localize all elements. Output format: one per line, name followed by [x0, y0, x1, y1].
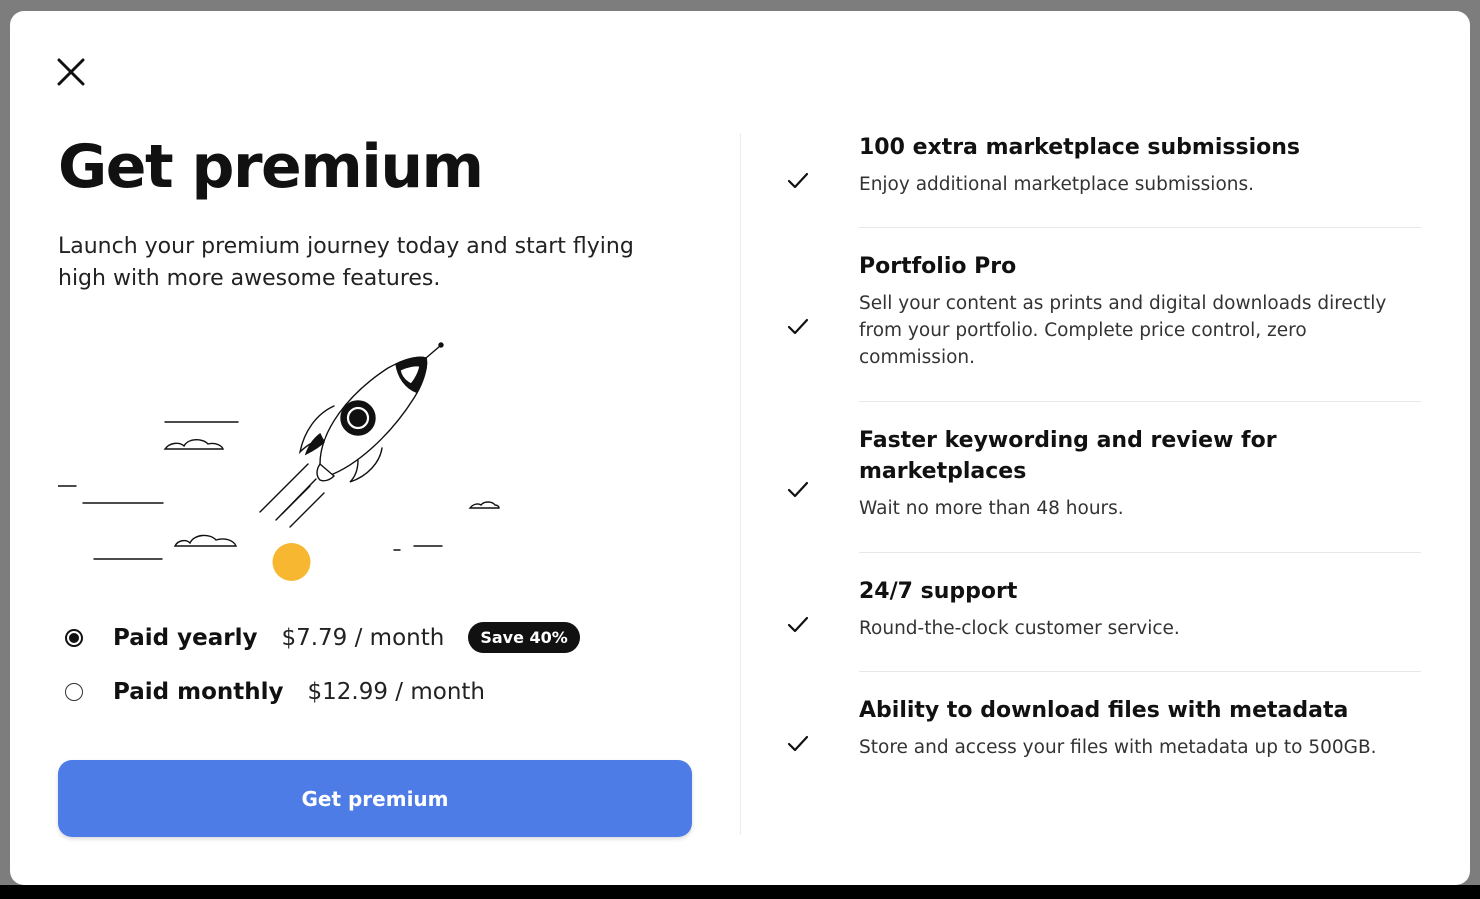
- feature-description: Wait no more than 48 hours.: [859, 498, 1124, 519]
- close-icon: [57, 58, 85, 86]
- dialog-title: Get premium: [58, 132, 484, 202]
- feature-title: Faster keywording and review for marketp…: [859, 428, 1277, 484]
- rocket-illustration: [58, 342, 500, 581]
- feature-item: 100 extra marketplace submissions Enjoy …: [787, 132, 1421, 198]
- dialog-subtitle: Launch your premium journey today and st…: [58, 234, 634, 291]
- check-icon: [787, 172, 809, 189]
- feature-separator: [859, 401, 1421, 402]
- feature-item: Ability to download files with metadata …: [787, 695, 1421, 761]
- feature-description: Round-the-clock customer service.: [859, 618, 1180, 639]
- check-icon: [787, 481, 809, 498]
- feature-title: Portfolio Pro: [859, 254, 1017, 279]
- plan-price-yearly: $7.79 / month: [281, 624, 445, 651]
- feature-separator: [859, 671, 1421, 672]
- plan-label-yearly: Paid yearly: [113, 624, 258, 651]
- check-icon: [787, 318, 809, 335]
- sun-icon: [272, 543, 311, 581]
- feature-separator: [859, 552, 1421, 553]
- get-premium-button[interactable]: Get premium: [58, 760, 692, 837]
- feature-title: 24/7 support: [859, 579, 1018, 604]
- feature-description: Enjoy additional marketplace submissions…: [859, 174, 1255, 195]
- check-icon: [787, 735, 809, 752]
- save-badge: Save 40%: [468, 622, 580, 653]
- feature-item: 24/7 support Round-the-clock customer se…: [787, 576, 1421, 642]
- radio-yearly[interactable]: [65, 628, 83, 647]
- plan-label-monthly: Paid monthly: [113, 679, 284, 705]
- check-icon: [787, 616, 809, 633]
- feature-title: Ability to download files with metadata: [859, 698, 1349, 723]
- feature-title: 100 extra marketplace submissions: [859, 135, 1300, 160]
- feature-separator: [859, 227, 1421, 228]
- plan-option-monthly[interactable]: Paid monthly $12.99 / month: [65, 679, 509, 705]
- feature-item: Portfolio Pro Sell your content as print…: [787, 251, 1421, 371]
- column-divider: [740, 133, 741, 835]
- premium-dialog: Get premium Launch your premium journey …: [10, 11, 1470, 885]
- plan-option-yearly[interactable]: Paid yearly $7.79 / month Save 40%: [65, 622, 580, 653]
- feature-description: Sell your content as prints and digital …: [859, 293, 1387, 368]
- feature-item: Faster keywording and review for marketp…: [787, 425, 1421, 522]
- background-strip: [0, 885, 1480, 899]
- radio-monthly[interactable]: [65, 683, 83, 701]
- feature-description: Store and access your files with metadat…: [859, 737, 1377, 758]
- close-button[interactable]: [54, 55, 88, 89]
- plan-price-monthly: $12.99 / month: [307, 679, 486, 705]
